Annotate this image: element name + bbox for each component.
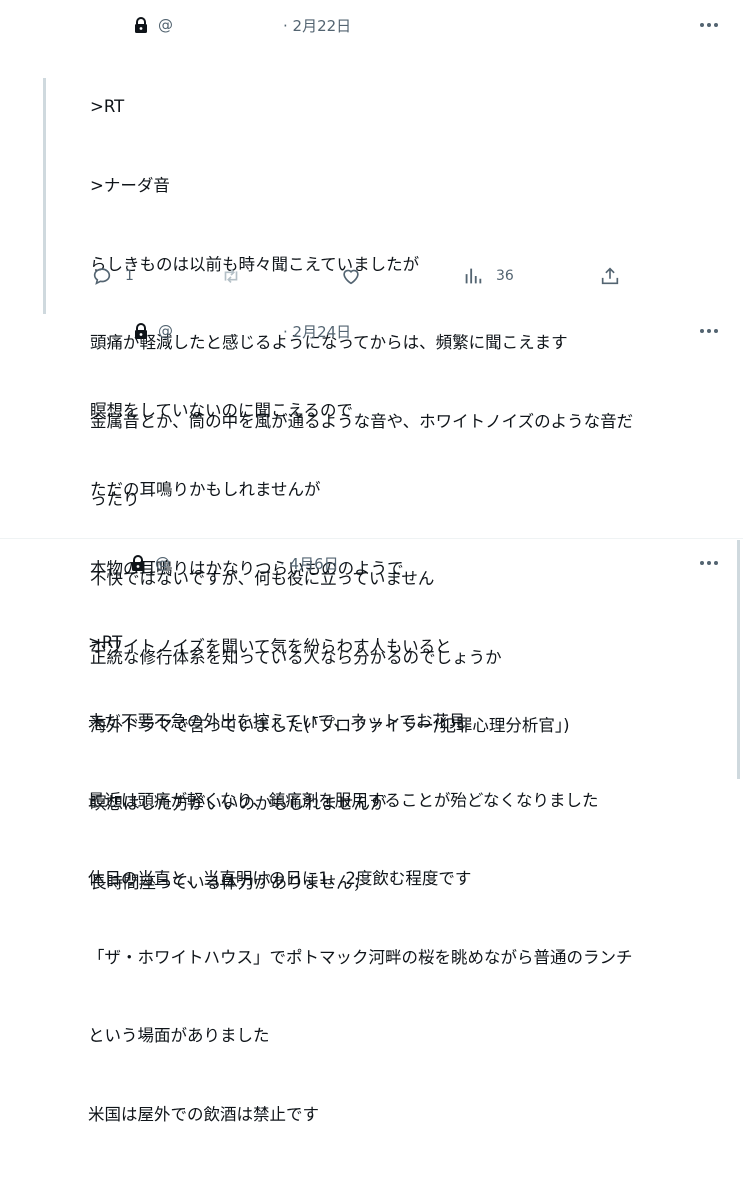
tweet-date[interactable]: · 2月24日 bbox=[283, 321, 351, 342]
tweet-text: >RT 未だ不要不急の外出を控えていて、ネットでお花見 最近は頭痛が軽くなり、鎮… bbox=[88, 578, 633, 1181]
tweet-header: @ · 4月6日 bbox=[131, 552, 339, 574]
tweet-header: @ · 2月22日 bbox=[134, 14, 351, 36]
text-line: という場面がありました bbox=[88, 1026, 270, 1046]
more-dot-icon bbox=[714, 561, 718, 565]
text-line: 休日の当直と、当直明けの日に1、2度飲む程度です bbox=[88, 869, 472, 889]
tweet-header: @ · 2月24日 bbox=[134, 320, 351, 342]
text-line: 米国は屋外での飲酒は禁止です bbox=[88, 1105, 319, 1125]
tweet-date[interactable]: · 2月22日 bbox=[283, 15, 351, 36]
more-options-button[interactable] bbox=[697, 14, 721, 36]
scrollbar-track[interactable] bbox=[737, 540, 740, 779]
tweet-divider bbox=[0, 538, 743, 539]
user-handle[interactable]: @ bbox=[158, 322, 173, 340]
retweet-button bbox=[220, 265, 242, 287]
like-button[interactable] bbox=[340, 265, 362, 287]
text-line: 最近は頭痛が軽くなり、鎮痛剤を服用することが殆どなくなりました bbox=[88, 790, 599, 810]
more-dot-icon bbox=[707, 329, 711, 333]
reply-button[interactable]: 1 bbox=[91, 265, 134, 287]
text-line: >ナーダ音 bbox=[90, 176, 170, 196]
reply-icon bbox=[93, 268, 111, 285]
more-dot-icon bbox=[707, 561, 711, 565]
more-dot-icon bbox=[700, 561, 704, 565]
text-line: >RT bbox=[88, 633, 123, 653]
action-bar: 1 36 bbox=[0, 265, 743, 289]
views-button[interactable]: 36 bbox=[462, 265, 514, 287]
share-button[interactable] bbox=[599, 265, 621, 287]
lock-icon bbox=[132, 555, 144, 571]
lock-icon bbox=[135, 323, 147, 339]
text-line: >RT bbox=[90, 97, 125, 117]
text-line: 瞑想をしていないのに聞こえるので bbox=[90, 401, 354, 421]
views-chart-icon bbox=[465, 268, 482, 284]
more-dot-icon bbox=[700, 329, 704, 333]
more-options-button[interactable] bbox=[697, 552, 721, 574]
user-handle[interactable]: @ bbox=[155, 554, 170, 572]
tweet-date[interactable]: · 4月6日 bbox=[280, 553, 339, 574]
text-line: 未だ不要不急の外出を控えていて、ネットでお花見 bbox=[88, 712, 466, 732]
more-options-button[interactable] bbox=[697, 320, 721, 342]
lock-icon bbox=[135, 17, 147, 33]
text-line: ただの耳鳴りかもしれませんが bbox=[90, 480, 321, 500]
more-dot-icon bbox=[714, 329, 718, 333]
retweet-icon bbox=[224, 268, 238, 284]
share-icon bbox=[601, 267, 619, 285]
text-line: 「ザ・ホワイトハウス」でポトマック河畔の桜を眺めながら普通のランチ bbox=[88, 947, 633, 967]
more-dot-icon bbox=[714, 23, 718, 27]
view-count: 36 bbox=[496, 268, 514, 284]
more-dot-icon bbox=[700, 23, 704, 27]
user-handle[interactable]: @ bbox=[158, 16, 173, 34]
more-dot-icon bbox=[707, 23, 711, 27]
reply-count: 1 bbox=[125, 268, 134, 284]
heart-icon bbox=[343, 269, 359, 285]
